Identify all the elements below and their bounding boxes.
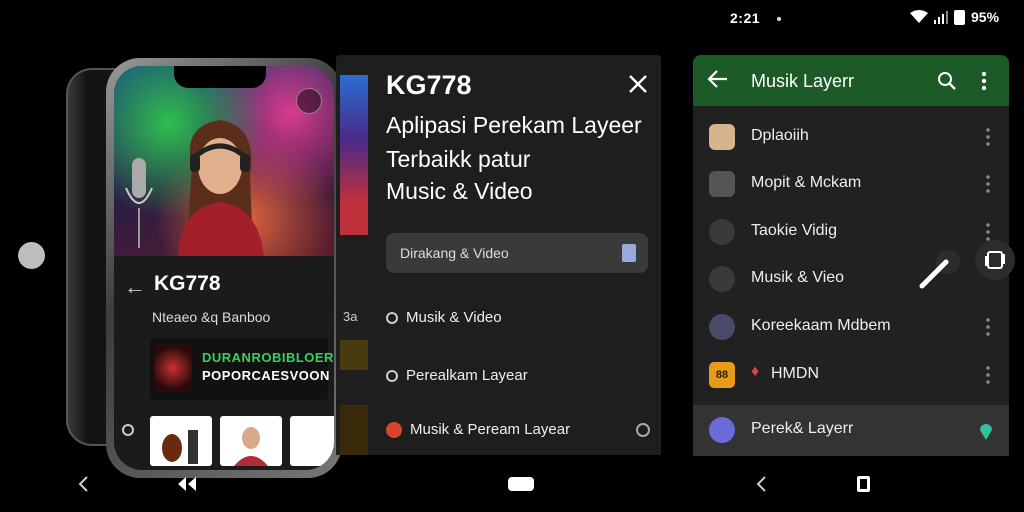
more-vert-icon[interactable] (981, 71, 987, 91)
list-item[interactable]: Koreekaam Mdbem (693, 302, 1009, 350)
thumbnail-person[interactable] (220, 416, 282, 466)
location-pin-icon (980, 424, 992, 440)
side-handle[interactable] (18, 242, 45, 269)
battery-percent: 95% (971, 9, 1000, 25)
thumbnail-row (150, 416, 334, 466)
nav-home-button[interactable] (508, 477, 534, 491)
rotate-screen-button[interactable] (975, 240, 1015, 280)
status-notification-dot (777, 17, 781, 21)
list-item-label: Dplaoiih (751, 127, 809, 144)
phone-notch (174, 66, 266, 88)
option-label: Musik & Peream Layear (410, 421, 571, 438)
panel-subtitle: Aplipasi Perekam Layeer Terbaikk patur (386, 108, 642, 176)
microphone-icon (125, 158, 153, 248)
promo-banner[interactable]: DURANROBIBLOER POPORCAESVOON (150, 338, 333, 400)
banner-thumbnail (154, 344, 192, 392)
nav-back-icon[interactable] (74, 474, 94, 494)
wifi-icon (910, 10, 928, 23)
search-placeholder: Dirakang & Video (400, 245, 509, 261)
list-item[interactable]: Dplaoiih (693, 112, 1009, 160)
rotate-icon (985, 251, 1005, 269)
more-vert-icon[interactable] (986, 175, 990, 193)
app-icon: 88 (709, 362, 735, 388)
option-perekam-layar[interactable]: Perealkam Layear (386, 367, 528, 384)
list-item-label: Perek& Layerr (751, 420, 854, 437)
more-vert-icon[interactable] (986, 318, 990, 336)
status-icons: 95% (910, 9, 999, 25)
option-label: Musik & Video (406, 309, 502, 326)
heart-icon: ♦ (751, 363, 760, 380)
expand-button[interactable] (296, 88, 322, 114)
app-title: Musik Layerr (751, 71, 855, 91)
search-icon[interactable] (937, 71, 957, 91)
subtitle-line-1: Aplipasi Perekam Layeer (386, 112, 642, 138)
list-item-label: Taokie Vidig (751, 222, 837, 239)
thumbnail-blank[interactable] (290, 416, 334, 466)
option-musik-perekam[interactable]: Musik & Peream Layear (386, 421, 570, 438)
background-strip-2 (340, 340, 368, 370)
list-item-label: Koreekaam Mdbem (751, 317, 891, 334)
back-arrow-icon[interactable]: ← (124, 274, 146, 300)
background-strip-3 (340, 405, 368, 455)
phone-screen: ← KG778 Nteaeo &q Banboo DURANROBIBLOER … (114, 66, 334, 470)
nav-back-icon[interactable] (752, 474, 772, 494)
person-illustration (178, 120, 264, 256)
music-icon (709, 266, 735, 292)
more-vert-icon[interactable] (986, 366, 990, 384)
list-item-label: Musik & Vieo (751, 269, 845, 286)
star-icon (709, 314, 735, 340)
hero-image (114, 66, 334, 256)
more-vert-icon[interactable] (986, 223, 990, 241)
more-vert-icon[interactable] (986, 128, 990, 146)
subtitle-line-2: Terbaikk patur (386, 146, 531, 172)
option-radio[interactable] (636, 423, 650, 437)
search-input[interactable]: Dirakang & Video (386, 233, 648, 273)
app-bar: Musik Layerr (693, 55, 1009, 106)
option-label: Perealkam Layear (406, 367, 528, 384)
pen-icon[interactable] (918, 246, 964, 292)
background-strip (340, 75, 368, 235)
battery-icon (954, 9, 965, 25)
list-item-selected[interactable]: Perek& Layerr (693, 405, 1009, 456)
option-musik-video[interactable]: Musik & Video (386, 309, 502, 326)
record-icon (386, 421, 402, 438)
phone-app-title: KG778 (154, 272, 221, 295)
user-icon (709, 417, 735, 443)
phone-app-subtitle: Nteaeo &q Banboo (152, 309, 271, 325)
clock-icon (122, 424, 134, 436)
subtitle-line-3: Music & Video (386, 178, 533, 204)
side-label: 3a (343, 309, 358, 324)
radio-icon (386, 311, 398, 324)
back-arrow-icon[interactable] (707, 68, 729, 90)
signal-icon (934, 11, 948, 24)
close-icon[interactable] (626, 72, 650, 96)
list-item-label: Mopit & Mckam (751, 174, 862, 191)
list-item[interactable]: Mopit & Mckam (693, 159, 1009, 207)
record-icon (709, 171, 735, 197)
rewind-icon[interactable] (176, 474, 198, 494)
list-item[interactable]: 88 ♦ HMDN (693, 350, 1009, 398)
status-time: 2:21 (730, 10, 761, 26)
thumbnail-guitar[interactable] (150, 416, 212, 466)
camera-icon (709, 219, 735, 245)
banner-line-2: POPORCAESVOON (202, 368, 330, 383)
clipboard-icon[interactable] (622, 244, 636, 262)
phone-mockup: ← KG778 Nteaeo &q Banboo DURANROBIBLOER … (106, 58, 342, 478)
avatar-icon (709, 124, 735, 150)
list-item-label: HMDN (771, 365, 819, 382)
panel-title: KG778 (386, 70, 472, 100)
recents-icon[interactable] (853, 474, 873, 494)
radio-icon (386, 369, 398, 382)
banner-line-1: DURANROBIBLOER (202, 350, 334, 365)
